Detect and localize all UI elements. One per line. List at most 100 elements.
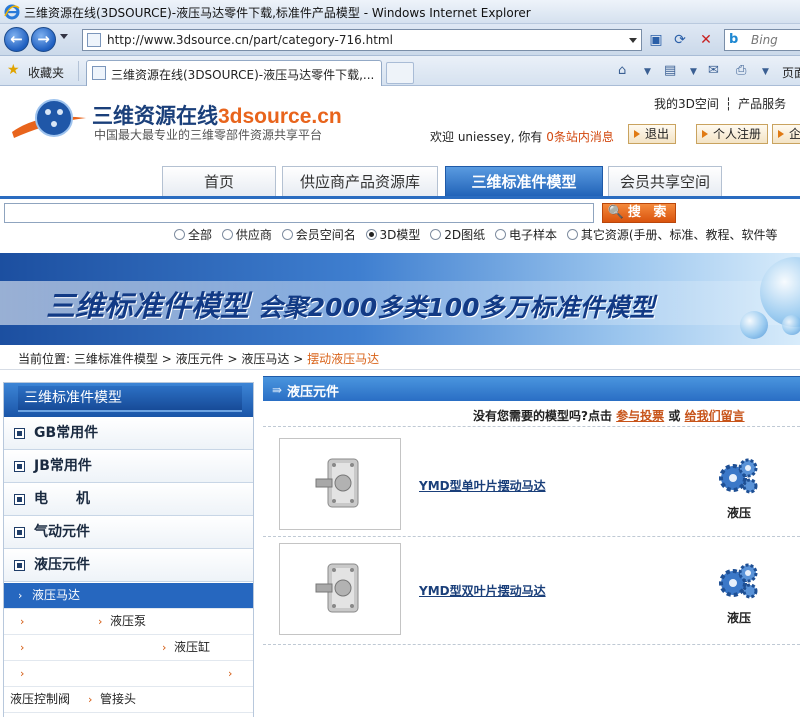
breadcrumb-item[interactable]: 液压马达	[241, 352, 289, 366]
logo-cn-text: 三维资源在线	[92, 104, 218, 128]
square-bullet-icon	[14, 560, 25, 571]
arrow-right-icon: ›	[162, 641, 167, 654]
sidebar-item-gb[interactable]: GB常用件	[4, 417, 253, 450]
my-3d-space-link[interactable]: 我的3D空间	[654, 97, 719, 111]
logo-globe-icon	[12, 99, 86, 138]
sidebar-item-label: JB常用件	[34, 458, 92, 474]
feedback-text: 没有您需要的模型吗?点击	[473, 409, 612, 423]
messages-link[interactable]: 0条站内消息	[546, 130, 614, 144]
refresh-icon[interactable]: ⟳	[670, 30, 690, 50]
sidebar-subitem-row[interactable]: › ›	[4, 661, 253, 687]
category-sidebar: 三维标准件模型 GB常用件 JB常用件 电 机 气动元件 液压元件 › 液压马达…	[3, 382, 254, 717]
arrow-right-icon: ›	[228, 667, 233, 680]
sidebar-item-hydraulic[interactable]: 液压元件	[4, 549, 253, 582]
favorites-label[interactable]: 收藏夹	[28, 64, 64, 81]
logout-button[interactable]: 退出	[628, 124, 677, 144]
banner-title-main: 三维标准件模型	[46, 289, 250, 323]
subitem-label[interactable]: 管接头	[100, 687, 136, 712]
radio-member-space[interactable]: 会员空间名	[281, 226, 356, 243]
address-dropdown-icon[interactable]	[629, 38, 637, 43]
separator: ┆	[724, 97, 733, 111]
compatibility-icon[interactable]: ▣	[646, 30, 666, 50]
leave-message-link[interactable]: 给我们留言	[685, 409, 745, 423]
sidebar-subitem-row[interactable]: 液压控制阀 › 管接头	[4, 687, 253, 713]
navigation-bar: ← → http://www.3dsource.cn/part/category…	[0, 24, 800, 56]
sidebar-subitem-row[interactable]: › › 液压缸	[4, 635, 253, 661]
ie-logo-icon	[4, 4, 20, 20]
browser-tab[interactable]: 三维资源在线(3DSOURCE)-液压马达零件下载,...	[86, 60, 382, 86]
feeds-dropdown-icon[interactable]: ▼	[690, 67, 697, 77]
back-button[interactable]: ←	[4, 27, 29, 52]
radio-3d-model[interactable]: 3D模型	[365, 226, 420, 243]
radio-2d-drawing[interactable]: 2D图纸	[430, 226, 485, 243]
favorites-star-icon[interactable]: ★	[7, 62, 20, 78]
product-name-link[interactable]: YMD型双叶片摆动马达	[419, 582, 546, 599]
gear-icon[interactable]	[717, 456, 759, 496]
sidebar-item-pneumatic[interactable]: 气动元件	[4, 516, 253, 549]
sidebar-item-label: 气动元件	[34, 524, 90, 540]
new-tab-button[interactable]	[386, 62, 414, 84]
tab-standard-models[interactable]: 三维标准件模型	[445, 166, 603, 197]
arrow-right-icon: ›	[20, 615, 25, 628]
product-item: YMD型双叶片摆动马达 液压	[263, 543, 800, 647]
radio-supplier[interactable]: 供应商	[221, 226, 272, 243]
search-box[interactable]: b Bing	[724, 29, 800, 51]
radio-other[interactable]: 其它资源(手册、标准、教程、软件等	[566, 226, 778, 243]
motor-part-icon	[315, 563, 359, 613]
search-button[interactable]: 🔍 搜 索	[602, 203, 676, 223]
search-engine-label[interactable]: Bing	[751, 33, 778, 47]
product-thumbnail[interactable]	[279, 438, 401, 530]
tab-member-space[interactable]: 会员共享空间	[608, 166, 722, 197]
address-url[interactable]: http://www.3dsource.cn/part/category-716…	[107, 33, 393, 47]
arrow-right-icon: ›	[20, 667, 25, 680]
sidebar-item-motor[interactable]: 电 机	[4, 483, 253, 516]
radio-all[interactable]: 全部	[174, 226, 212, 243]
square-bullet-icon	[14, 461, 25, 472]
motor-part-icon	[315, 458, 359, 508]
product-name-link[interactable]: YMD型单叶片摆动马达	[419, 477, 546, 494]
subitem-label[interactable]: 液压缸	[174, 635, 210, 660]
product-thumbnail[interactable]	[279, 543, 401, 635]
sidebar-item-jb[interactable]: JB常用件	[4, 450, 253, 483]
search-icon: 🔍	[607, 205, 624, 220]
address-bar[interactable]: http://www.3dsource.cn/part/category-716…	[82, 29, 642, 51]
nav-underline	[0, 196, 800, 199]
history-dropdown-icon[interactable]	[60, 34, 68, 39]
subitem-label[interactable]: 液压控制阀	[10, 687, 70, 712]
stop-icon[interactable]: ✕	[696, 30, 716, 50]
home-icon[interactable]: ⌂	[618, 63, 626, 78]
print-dropdown-icon[interactable]: ▼	[762, 67, 769, 77]
sidebar-subitem-row[interactable]: › › 液压泵	[4, 609, 253, 635]
tab-supplier-library[interactable]: 供应商产品资源库	[282, 166, 438, 197]
banner: 三维标准件模型 会聚2000多类100多万标准件模型	[0, 253, 800, 345]
page-menu[interactable]: 页面	[782, 64, 800, 81]
product-service-link[interactable]: 产品服务	[738, 97, 786, 111]
home-dropdown-icon[interactable]: ▼	[644, 67, 651, 77]
divider	[263, 536, 800, 537]
arrow-right-icon: ›	[20, 641, 25, 654]
forward-button[interactable]: →	[31, 27, 56, 52]
gear-icon[interactable]	[717, 561, 759, 601]
mail-icon[interactable]: ✉	[708, 63, 719, 78]
breadcrumb: 当前位置: 三维标准件模型 > 液压元件 > 液压马达 > 摆动液压马达	[18, 350, 379, 367]
enterprise-button[interactable]: 企	[772, 124, 800, 144]
breadcrumb-item[interactable]: 三维标准件模型	[74, 352, 158, 366]
radio-e-sample[interactable]: 电子样本	[494, 226, 557, 243]
arrow-right-icon: ›	[88, 693, 93, 706]
product-category: 液压	[727, 506, 752, 520]
content-panel: ⇛ 液压元件 没有您需要的模型吗?点击 参与投票 或 给我们留言 YMD型单叶片	[263, 376, 800, 717]
feeds-icon[interactable]: ▤	[664, 63, 676, 78]
window-title: 三维资源在线(3DSOURCE)-液压马达零件下载,标准件产品模型 - Wind…	[24, 6, 531, 20]
sidebar-item-label: GB常用件	[34, 425, 99, 441]
breadcrumb-item[interactable]: 液压元件	[176, 352, 224, 366]
register-button[interactable]: 个人注册	[696, 124, 769, 144]
tab-home[interactable]: 首页	[162, 166, 276, 197]
subitem-label[interactable]: 液压泵	[110, 609, 146, 634]
site-search-input[interactable]	[4, 203, 594, 223]
print-icon[interactable]: ⎙	[736, 63, 746, 78]
vote-link[interactable]: 参与投票	[616, 409, 664, 423]
sidebar-subitem-hydraulic-motor[interactable]: › 液压马达	[4, 583, 253, 609]
banner-sphere-icon	[740, 311, 768, 339]
logo-en-text: 3dsource.cn	[218, 105, 342, 128]
section-title: 液压元件	[287, 385, 340, 400]
